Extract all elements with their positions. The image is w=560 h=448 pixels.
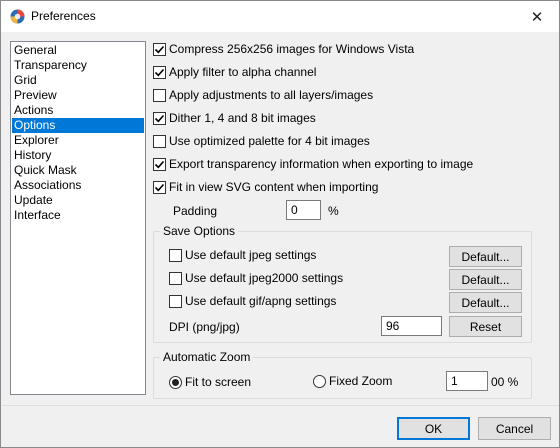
fit-to-screen-label: Fit to screen: [185, 375, 252, 389]
dpi-input[interactable]: 96: [381, 316, 442, 336]
compress-vista-option[interactable]: Compress 256x256 images for Windows Vist…: [153, 41, 414, 57]
nav-item-options[interactable]: Options: [12, 118, 144, 133]
padding-unit: %: [328, 204, 339, 218]
default-jpeg-checkbox[interactable]: [169, 248, 182, 262]
jpeg2000-default-button[interactable]: Default...: [449, 269, 522, 290]
adjust-all-layers-label: Apply adjustments to all layers/images: [169, 88, 374, 102]
default-gif-checkbox[interactable]: [169, 294, 182, 308]
nav-item-update[interactable]: Update: [12, 193, 144, 208]
fit-svg-label: Fit in view SVG content when importing: [169, 180, 379, 194]
nav-item-grid[interactable]: Grid: [12, 73, 144, 88]
padding-label: Padding: [173, 204, 218, 218]
fixed-zoom-label: Fixed Zoom: [329, 374, 393, 388]
zoom-unit-label: 00 %: [491, 375, 519, 389]
optimized-palette-option[interactable]: Use optimized palette for 4 bit images: [153, 133, 370, 149]
fit-to-screen-option[interactable]: Fit to screen: [169, 374, 251, 390]
compress-vista-label: Compress 256x256 images for Windows Vist…: [169, 42, 415, 56]
compress-vista-checkbox[interactable]: [153, 42, 166, 56]
dialog-footer: OK Cancel: [2, 405, 559, 447]
nav-item-explorer[interactable]: Explorer: [12, 133, 144, 148]
fit-svg-option[interactable]: Fit in view SVG content when importing: [153, 179, 378, 195]
save-options-title: Save Options: [160, 224, 239, 238]
export-transparency-checkbox[interactable]: [153, 157, 166, 171]
checkmark-icon: [154, 160, 165, 168]
category-list[interactable]: General Transparency Grid Preview Action…: [10, 41, 146, 395]
optimized-palette-checkbox[interactable]: [153, 134, 166, 148]
default-jpeg-label: Use default jpeg settings: [185, 248, 317, 262]
checkmark-icon: [154, 114, 165, 122]
dither-checkbox[interactable]: [153, 111, 166, 125]
close-icon[interactable]: ✕: [515, 1, 559, 32]
nav-item-general[interactable]: General: [12, 43, 144, 58]
automatic-zoom-title: Automatic Zoom: [160, 350, 254, 364]
filter-alpha-option[interactable]: Apply filter to alpha channel: [153, 64, 316, 80]
fixed-zoom-radio[interactable]: [313, 374, 326, 388]
optimized-palette-label: Use optimized palette for 4 bit images: [169, 134, 370, 148]
dither-label: Dither 1, 4 and 8 bit images: [169, 111, 316, 125]
jpeg-default-button[interactable]: Default...: [449, 246, 522, 267]
default-jpeg-option[interactable]: Use default jpeg settings: [169, 247, 316, 263]
nav-item-quick-mask[interactable]: Quick Mask: [12, 163, 144, 178]
nav-item-transparency[interactable]: Transparency: [12, 58, 144, 73]
nav-item-interface[interactable]: Interface: [12, 208, 144, 223]
nav-item-actions[interactable]: Actions: [12, 103, 144, 118]
checkmark-icon: [154, 183, 165, 191]
cancel-button[interactable]: Cancel: [478, 417, 551, 440]
default-jpeg2000-label: Use default jpeg2000 settings: [185, 271, 344, 285]
fixed-zoom-option[interactable]: Fixed Zoom: [313, 373, 392, 389]
default-jpeg2000-option[interactable]: Use default jpeg2000 settings: [169, 270, 343, 286]
fit-svg-checkbox[interactable]: [153, 180, 166, 194]
export-transparency-label: Export transparency information when exp…: [169, 157, 474, 171]
default-gif-label: Use default gif/apng settings: [185, 294, 337, 308]
dpi-label: DPI (png/jpg): [169, 320, 240, 334]
radio-selected-dot: [172, 378, 179, 386]
checkmark-icon: [154, 45, 165, 53]
gif-default-button[interactable]: Default...: [449, 292, 522, 313]
zoom-value-input[interactable]: 1: [446, 371, 488, 391]
title-bar: Preferences ✕: [1, 1, 559, 32]
checkmark-icon: [154, 68, 165, 76]
export-transparency-option[interactable]: Export transparency information when exp…: [153, 156, 473, 172]
padding-input[interactable]: 0: [286, 200, 321, 220]
preferences-dialog: Preferences ✕ General Transparency Grid …: [0, 0, 560, 448]
nav-item-history[interactable]: History: [12, 148, 144, 163]
ok-button[interactable]: OK: [397, 417, 470, 440]
default-gif-option[interactable]: Use default gif/apng settings: [169, 293, 336, 309]
dpi-reset-button[interactable]: Reset: [449, 316, 522, 337]
fit-to-screen-radio[interactable]: [169, 375, 182, 389]
app-logo-icon: [10, 9, 25, 24]
dither-option[interactable]: Dither 1, 4 and 8 bit images: [153, 110, 316, 126]
default-jpeg2000-checkbox[interactable]: [169, 271, 182, 285]
adjust-all-layers-checkbox[interactable]: [153, 88, 166, 102]
filter-alpha-checkbox[interactable]: [153, 65, 166, 79]
nav-item-preview[interactable]: Preview: [12, 88, 144, 103]
nav-item-associations[interactable]: Associations: [12, 178, 144, 193]
filter-alpha-label: Apply filter to alpha channel: [169, 65, 317, 79]
adjust-all-layers-option[interactable]: Apply adjustments to all layers/images: [153, 87, 373, 103]
window-title: Preferences: [31, 9, 96, 23]
